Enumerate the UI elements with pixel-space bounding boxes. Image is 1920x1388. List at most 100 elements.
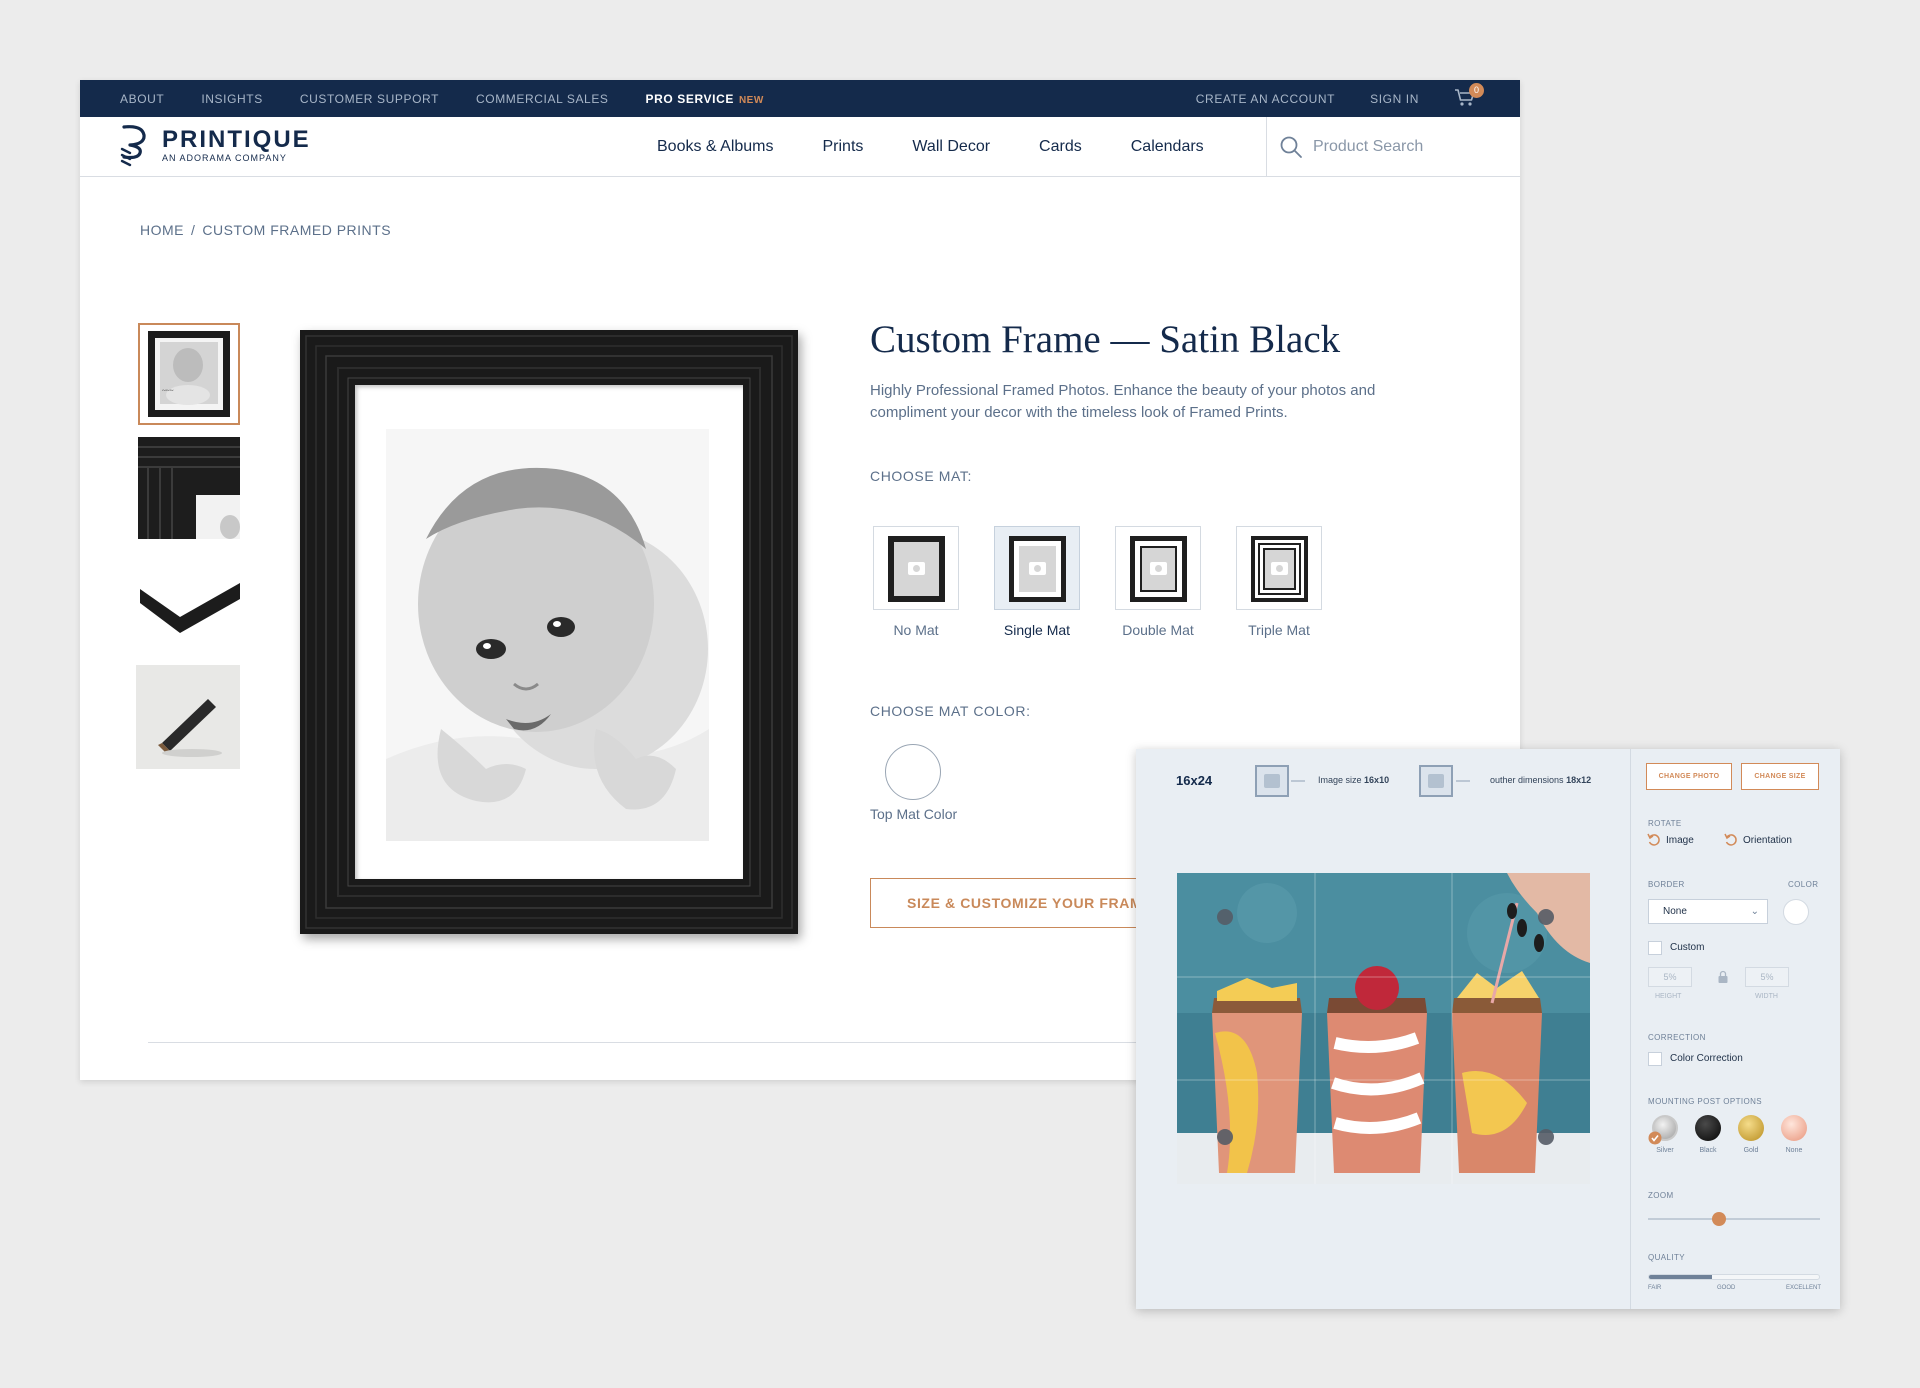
topbar-link-commercial-sales[interactable]: COMMERCIAL SALES bbox=[476, 92, 609, 106]
choose-mat-color-label: CHOOSE MAT COLOR: bbox=[870, 703, 1031, 719]
width-label: WIDTH bbox=[1755, 993, 1778, 1000]
black-post-swatch bbox=[1695, 1115, 1721, 1141]
editor-print-size: 16x24 bbox=[1176, 773, 1213, 788]
height-input[interactable]: 5% bbox=[1648, 967, 1692, 987]
topbar-link-pro-service[interactable]: PRO SERVICE NEW bbox=[646, 92, 764, 106]
mat-option-triple-mat-tile[interactable] bbox=[1236, 526, 1322, 610]
color-correction-label: Color Correction bbox=[1670, 1053, 1743, 1064]
color-correction-checkbox[interactable] bbox=[1648, 1052, 1662, 1066]
color-label: COLOR bbox=[1788, 880, 1819, 889]
rotate-orientation-icon bbox=[1724, 833, 1737, 846]
rotate-image-label: Image bbox=[1666, 834, 1694, 846]
thumbnail-frame-sample[interactable] bbox=[136, 665, 240, 769]
image-size-icon bbox=[1255, 765, 1289, 797]
mat-option-single-mat-tile[interactable] bbox=[994, 526, 1080, 610]
image-size-readout: Image size 16x10 bbox=[1318, 775, 1389, 785]
mat-option-no-mat-tile[interactable] bbox=[873, 526, 959, 610]
baby-photo bbox=[386, 429, 709, 841]
border-select-value: None bbox=[1663, 906, 1687, 917]
product-title: Custom Frame — Satin Black bbox=[870, 318, 1341, 361]
custom-border-label: Custom bbox=[1670, 942, 1705, 953]
nav-item-prints[interactable]: Prints bbox=[823, 138, 864, 156]
logo-subtitle: AN ADORAMA COMPANY bbox=[162, 152, 287, 163]
crop-handle-bottom-right[interactable] bbox=[1538, 1129, 1554, 1145]
checkmark-icon bbox=[1648, 1131, 1662, 1145]
breadcrumb-separator: / bbox=[191, 222, 196, 238]
search-icon[interactable] bbox=[1279, 135, 1303, 159]
thumbnail-framed-photo[interactable]: ~~~ bbox=[138, 323, 240, 425]
smoothie-photo bbox=[1177, 873, 1590, 1184]
silver-post-label: Silver bbox=[1656, 1147, 1674, 1154]
cart-button[interactable]: 0 bbox=[1454, 82, 1484, 110]
rotate-image-button[interactable]: Image bbox=[1647, 833, 1694, 847]
mat-option-double-mat-tile[interactable] bbox=[1115, 526, 1201, 610]
height-label: HEIGHT bbox=[1655, 993, 1682, 1000]
breadcrumb-home[interactable]: HOME bbox=[140, 222, 184, 238]
mat-option-no-mat-label: No Mat bbox=[893, 622, 939, 638]
printique-logo[interactable]: PRINTIQUE AN ADORAMA COMPANY bbox=[118, 123, 311, 167]
crop-handle-top-right[interactable] bbox=[1538, 909, 1554, 925]
svg-text:~~~: ~~~ bbox=[162, 387, 174, 395]
quality-fair-label: FAIR bbox=[1648, 1285, 1662, 1291]
thumbnail-frame-corner[interactable] bbox=[138, 437, 240, 539]
create-account-link[interactable]: CREATE AN ACCOUNT bbox=[1196, 92, 1335, 106]
change-size-button[interactable]: CHANGE SIZE bbox=[1741, 763, 1819, 790]
width-input[interactable]: 5% bbox=[1745, 967, 1789, 987]
sign-in-link[interactable]: SIGN IN bbox=[1370, 92, 1419, 106]
quality-excellent-label: EXCELLENT bbox=[1786, 1285, 1822, 1291]
chevron-down-icon: ⌄ bbox=[1750, 906, 1759, 917]
topbar-link-customer-support[interactable]: CUSTOMER SUPPORT bbox=[300, 92, 439, 106]
cart-count-badge: 0 bbox=[1469, 82, 1484, 98]
crop-handle-bottom-left[interactable] bbox=[1217, 1129, 1233, 1145]
topbar-link-insights[interactable]: INSIGHTS bbox=[201, 92, 262, 106]
editor-controls: CHANGE PHOTO CHANGE SIZE ROTATE Image Or… bbox=[1630, 749, 1840, 1309]
baby-photo-illustration bbox=[386, 429, 709, 841]
change-photo-button[interactable]: CHANGE PHOTO bbox=[1646, 763, 1732, 790]
thumbnail-frame-corner-image bbox=[138, 437, 240, 539]
editor-photo-crop-area[interactable] bbox=[1177, 873, 1590, 1184]
rotate-orientation-button[interactable]: Orientation bbox=[1724, 833, 1792, 847]
product-search-input[interactable] bbox=[1313, 138, 1483, 156]
zoom-label: ZOOM bbox=[1648, 1191, 1674, 1200]
top-mat-color-swatch[interactable] bbox=[885, 744, 941, 800]
border-select[interactable]: None ⌄ bbox=[1648, 899, 1768, 924]
main-navigation: PRINTIQUE AN ADORAMA COMPANY Books & Alb… bbox=[80, 117, 1520, 177]
quality-meter bbox=[1648, 1274, 1820, 1280]
pro-service-label: PRO SERVICE bbox=[645, 91, 734, 106]
thumbnail-frame-profile-image bbox=[138, 551, 240, 653]
breadcrumb: HOME / CUSTOM FRAMED PRINTS bbox=[140, 222, 391, 238]
frame-mat bbox=[355, 385, 743, 879]
category-nav: Books & Albums Prints Wall Decor Cards C… bbox=[657, 117, 1253, 177]
mounting-post-label: MOUNTING POST OPTIONS bbox=[1648, 1097, 1763, 1106]
custom-border-checkbox[interactable] bbox=[1648, 941, 1662, 955]
gold-post-swatch bbox=[1738, 1115, 1764, 1141]
border-color-swatch[interactable] bbox=[1783, 899, 1809, 925]
photo-editor-panel: 16x24 Image size 16x10 outher dimensions… bbox=[1136, 749, 1840, 1309]
nav-item-books-albums[interactable]: Books & Albums bbox=[657, 138, 774, 156]
top-utility-bar: ABOUT INSIGHTS CUSTOMER SUPPORT COMMERCI… bbox=[80, 80, 1520, 117]
topbar-account-links: CREATE AN ACCOUNT SIGN IN 0 bbox=[1196, 82, 1484, 110]
outer-dimensions-readout: outher dimensions 18x12 bbox=[1490, 775, 1591, 785]
product-main-image bbox=[300, 330, 798, 934]
quality-good-label: GOOD bbox=[1717, 1285, 1736, 1291]
nav-item-wall-decor[interactable]: Wall Decor bbox=[912, 138, 990, 156]
zoom-slider-track[interactable] bbox=[1648, 1218, 1820, 1220]
breadcrumb-current[interactable]: CUSTOM FRAMED PRINTS bbox=[202, 222, 391, 238]
quality-meter-fill bbox=[1649, 1275, 1712, 1279]
nav-item-calendars[interactable]: Calendars bbox=[1131, 138, 1204, 156]
zoom-slider-knob[interactable] bbox=[1711, 1212, 1726, 1226]
image-size-label: Image size bbox=[1318, 775, 1362, 785]
lock-icon[interactable] bbox=[1717, 970, 1729, 984]
mat-option-double-mat-label: Double Mat bbox=[1122, 622, 1194, 638]
thumbnail-frame-profile[interactable] bbox=[138, 551, 240, 653]
choose-mat-label: CHOOSE MAT: bbox=[870, 468, 973, 484]
thumbnail-frame-sample-image bbox=[136, 665, 240, 769]
topbar-link-about[interactable]: ABOUT bbox=[120, 92, 164, 106]
crop-handle-top-left[interactable] bbox=[1217, 909, 1233, 925]
nav-item-cards[interactable]: Cards bbox=[1039, 138, 1082, 156]
image-size-connector bbox=[1291, 780, 1305, 782]
product-search bbox=[1266, 117, 1520, 177]
top-mat-color-label: Top Mat Color bbox=[870, 806, 958, 822]
image-size-icon-inner bbox=[1264, 774, 1280, 788]
rotate-left-icon bbox=[1647, 833, 1660, 846]
